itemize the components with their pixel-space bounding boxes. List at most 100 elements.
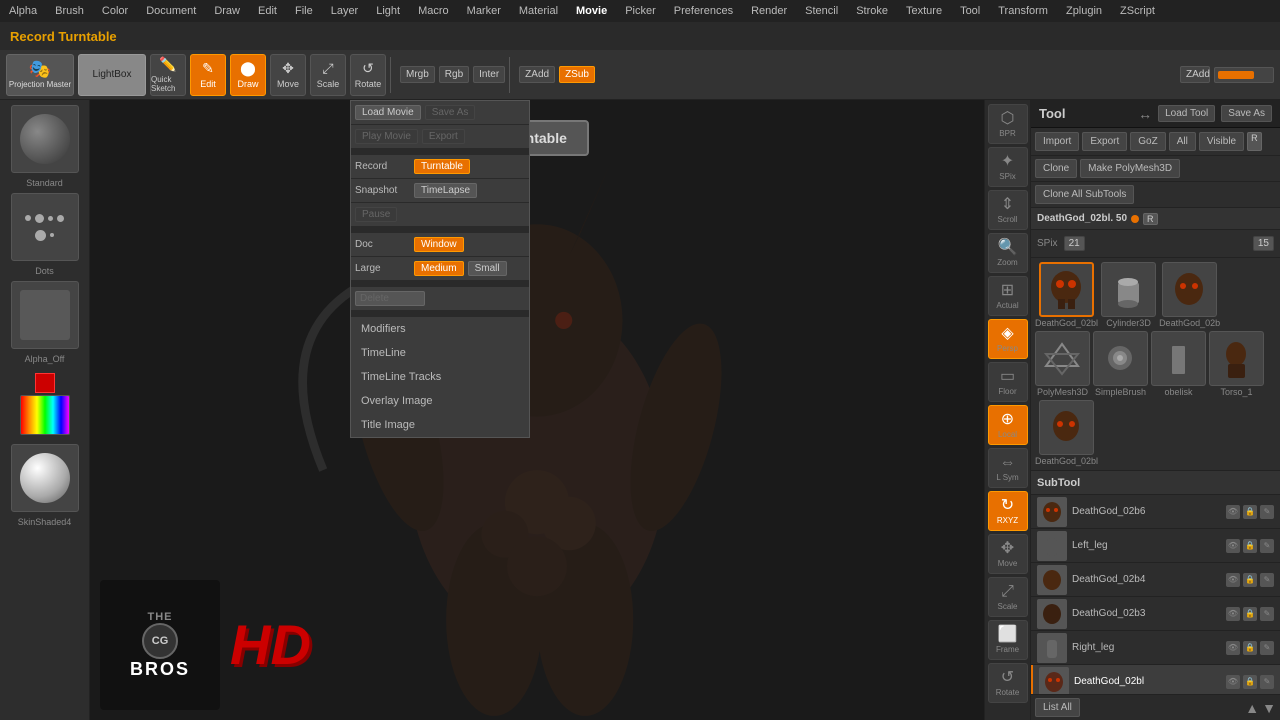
menu-light[interactable]: Light <box>373 5 403 17</box>
mrgbfp-btn[interactable]: Mrgb <box>400 66 435 83</box>
intensity-slider[interactable] <box>1214 67 1274 83</box>
subtool-item-0[interactable]: DeathGod_02b6 👁 🔒 ✎ <box>1031 495 1280 529</box>
zadd2-btn[interactable]: ZAdd <box>1180 66 1210 83</box>
make-polymesh-btn[interactable]: Make PolyMesh3D <box>1080 159 1180 178</box>
rxyz-btn[interactable]: ↻ RXYZ <box>988 491 1028 531</box>
menu-alpha[interactable]: Alpha <box>6 5 40 17</box>
visibility-icon-1[interactable]: 👁 <box>1226 539 1240 553</box>
edit-icon-5[interactable]: ✎ <box>1260 675 1274 689</box>
visible-btn[interactable]: Visible <box>1199 132 1244 151</box>
tool-thumb-3[interactable]: PolyMesh3D <box>1035 331 1090 397</box>
visibility-icon-3[interactable]: 👁 <box>1226 607 1240 621</box>
play-movie-btn[interactable]: Play Movie <box>355 129 418 144</box>
move-btn[interactable]: ✥ Move <box>270 54 306 96</box>
thumb-deathgod-2[interactable] <box>1162 262 1217 317</box>
actual-btn[interactable]: ⊞ Actual <box>988 276 1028 316</box>
quick-sketch-btn[interactable]: ✏️ Quick Sketch <box>150 54 186 96</box>
edit-icon-0[interactable]: ✎ <box>1260 505 1274 519</box>
subtool-item-5[interactable]: DeathGod_02bl 👁 🔒 ✎ <box>1031 665 1280 694</box>
menu-file[interactable]: File <box>292 5 316 17</box>
edit-icon-4[interactable]: ✎ <box>1260 641 1274 655</box>
menu-transform[interactable]: Transform <box>995 5 1051 17</box>
foreground-color[interactable] <box>35 373 55 393</box>
inter-btn[interactable]: Inter <box>473 66 505 83</box>
visibility-icon-2[interactable]: 👁 <box>1226 573 1240 587</box>
brush-standard[interactable] <box>11 105 79 173</box>
visibility-icon-5[interactable]: 👁 <box>1226 675 1240 689</box>
brush-alpha-off[interactable] <box>11 281 79 349</box>
tool-thumb-4[interactable]: SimpleBrush <box>1093 331 1148 397</box>
thumb-simplebrush[interactable] <box>1093 331 1148 386</box>
goz-btn[interactable]: GoZ <box>1130 132 1165 151</box>
menu-brush[interactable]: Brush <box>52 5 87 17</box>
tool-thumb-6[interactable]: Torso_1 <box>1209 331 1264 397</box>
lock-icon-2[interactable]: 🔒 <box>1243 573 1257 587</box>
pause-btn[interactable]: Pause <box>355 207 397 222</box>
bpr-btn[interactable]: ⬡ BPR <box>988 104 1028 144</box>
zsub-btn[interactable]: ZSub <box>559 66 595 83</box>
lightbox-btn[interactable]: LightBox <box>78 54 146 96</box>
lock-icon-3[interactable]: 🔒 <box>1243 607 1257 621</box>
load-movie-btn[interactable]: Load Movie <box>355 105 421 120</box>
visibility-icon-4[interactable]: 👁 <box>1226 641 1240 655</box>
thumb-cylinder[interactable] <box>1101 262 1156 317</box>
menu-movie[interactable]: Movie <box>573 5 610 17</box>
spix-btn[interactable]: ✦ SPix <box>988 147 1028 187</box>
menu-material[interactable]: Material <box>516 5 561 17</box>
menu-edit[interactable]: Edit <box>255 5 280 17</box>
tool-thumb-7[interactable]: DeathGod_02bl <box>1035 400 1098 466</box>
rotate-btn[interactable]: ↺ Rotate <box>350 54 386 96</box>
modifiers-item[interactable]: Modifiers <box>351 317 529 341</box>
menu-stroke[interactable]: Stroke <box>853 5 891 17</box>
lock-icon-0[interactable]: 🔒 <box>1243 505 1257 519</box>
menu-color[interactable]: Color <box>99 5 131 17</box>
rotate-rt-btn[interactable]: ↺ Rotate <box>988 663 1028 703</box>
lock-icon-1[interactable]: 🔒 <box>1243 539 1257 553</box>
zoom-btn[interactable]: 🔍 Zoom <box>988 233 1028 273</box>
menu-macro[interactable]: Macro <box>415 5 452 17</box>
subtool-item-1[interactable]: Left_leg 👁 🔒 ✎ <box>1031 529 1280 563</box>
delete-input[interactable] <box>355 291 425 306</box>
menu-texture[interactable]: Texture <box>903 5 945 17</box>
frame-btn[interactable]: ⬜ Frame <box>988 620 1028 660</box>
scroll-btn[interactable]: ⇕ Scroll <box>988 190 1028 230</box>
persp-btn[interactable]: ◈ Persp <box>988 319 1028 359</box>
edit-icon-1[interactable]: ✎ <box>1260 539 1274 553</box>
lsym-btn[interactable]: ⇔ L Sym <box>988 448 1028 488</box>
canvas-area[interactable]: ZAdd ZSub Focal Shift 0 Draw Size 64 Act… <box>90 100 984 720</box>
thumb-deathgod-1[interactable] <box>1039 262 1094 317</box>
menu-render[interactable]: Render <box>748 5 790 17</box>
menu-zplugin[interactable]: Zplugin <box>1063 5 1105 17</box>
lock-icon-5[interactable]: 🔒 <box>1243 675 1257 689</box>
thumb-obelisk[interactable] <box>1151 331 1206 386</box>
clone-btn[interactable]: Clone <box>1035 159 1077 178</box>
rgb-btn[interactable]: Rgb <box>439 66 469 83</box>
timeline-item[interactable]: TimeLine <box>351 341 529 365</box>
timelapse-btn[interactable]: TimeLapse <box>414 183 477 198</box>
thumb-polymesh[interactable] <box>1035 331 1090 386</box>
load-tool-btn[interactable]: Load Tool <box>1158 105 1215 122</box>
edit-btn[interactable]: ✎ Edit <box>190 54 226 96</box>
menu-draw[interactable]: Draw <box>211 5 243 17</box>
overlay-image-item[interactable]: Overlay Image <box>351 389 529 413</box>
brush-dots[interactable] <box>11 193 79 261</box>
lock-icon-4[interactable]: 🔒 <box>1243 641 1257 655</box>
visibility-icon-0[interactable]: 👁 <box>1226 505 1240 519</box>
subtool-up-btn[interactable]: ▲ <box>1245 700 1259 716</box>
tool-thumb-2[interactable]: DeathGod_02b <box>1159 262 1220 328</box>
edit-icon-2[interactable]: ✎ <box>1260 573 1274 587</box>
subtool-item-2[interactable]: DeathGod_02b4 👁 🔒 ✎ <box>1031 563 1280 597</box>
export-tool-btn[interactable]: Export <box>1082 132 1127 151</box>
menu-layer[interactable]: Layer <box>328 5 362 17</box>
tool-thumb-0[interactable]: DeathGod_02bl <box>1035 262 1098 328</box>
clone-all-btn[interactable]: Clone All SubTools <box>1035 185 1134 204</box>
scale-rt-btn[interactable]: ⤢ Scale <box>988 577 1028 617</box>
tool-thumb-5[interactable]: obelisk <box>1151 331 1206 397</box>
move-rt-btn[interactable]: ✥ Move <box>988 534 1028 574</box>
menu-stencil[interactable]: Stencil <box>802 5 841 17</box>
timeline-tracks-item[interactable]: TimeLine Tracks <box>351 365 529 389</box>
menu-preferences[interactable]: Preferences <box>671 5 736 17</box>
menu-marker[interactable]: Marker <box>464 5 504 17</box>
tool-thumb-1[interactable]: Cylinder3D <box>1101 262 1156 328</box>
zadd-btn[interactable]: ZAdd <box>519 66 555 83</box>
